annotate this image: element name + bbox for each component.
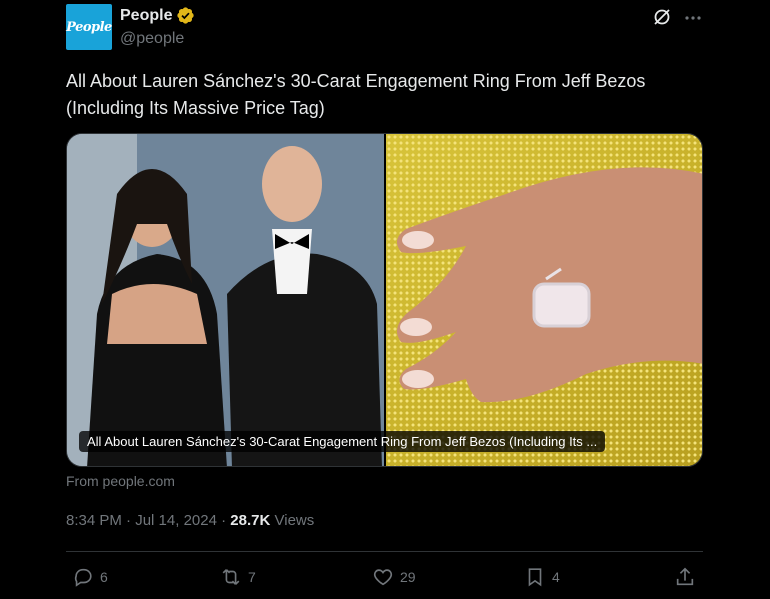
link-card[interactable]: All About Lauren Sánchez's 30-Carat Enga… xyxy=(66,133,703,467)
repost-count: 7 xyxy=(248,569,256,585)
avatar-logo-text: People xyxy=(66,19,112,35)
more-icon[interactable] xyxy=(683,8,703,28)
avatar[interactable]: People xyxy=(66,4,112,50)
tweet-date[interactable]: Jul 14, 2024 xyxy=(135,512,217,529)
views-count: 28.7K xyxy=(230,512,271,529)
tweet-metadata: 8:34 PM · Jul 14, 2024 · 28.7K Views xyxy=(66,512,314,529)
share-icon xyxy=(676,567,694,586)
card-caption: All About Lauren Sánchez's 30-Carat Enga… xyxy=(79,431,606,452)
like-button[interactable]: 29 xyxy=(372,566,416,588)
name-row: People xyxy=(120,6,195,25)
card-image-couple xyxy=(67,134,384,466)
reply-button[interactable]: 6 xyxy=(72,566,108,588)
display-name[interactable]: People xyxy=(120,7,172,25)
tweet-time[interactable]: 8:34 PM xyxy=(66,512,122,529)
meta-separator: · xyxy=(126,512,132,529)
bookmark-button[interactable]: 4 xyxy=(524,566,560,588)
reply-count: 6 xyxy=(100,569,108,585)
grok-icon[interactable] xyxy=(652,7,672,27)
repost-button[interactable]: 7 xyxy=(220,566,256,588)
meta-separator: · xyxy=(221,512,227,529)
verified-badge-icon[interactable] xyxy=(176,6,195,25)
bookmark-icon xyxy=(528,568,542,587)
share-button[interactable] xyxy=(674,566,696,588)
reply-icon xyxy=(74,568,92,587)
bookmark-count: 4 xyxy=(552,569,560,585)
repost-icon xyxy=(222,569,240,585)
views-label: Views xyxy=(274,512,315,529)
tweet[interactable]: People People @people All About Lauren S… xyxy=(0,0,770,599)
tweet-text: All About Lauren Sánchez's 30-Carat Enga… xyxy=(66,71,646,118)
account-handle[interactable]: @people xyxy=(120,30,184,48)
like-count: 29 xyxy=(400,569,416,585)
card-image-ring xyxy=(386,134,702,466)
action-bar: 6 7 29 4 xyxy=(66,566,703,590)
card-source-link[interactable]: From people.com xyxy=(66,473,175,489)
divider xyxy=(66,551,703,552)
like-icon xyxy=(373,569,393,586)
